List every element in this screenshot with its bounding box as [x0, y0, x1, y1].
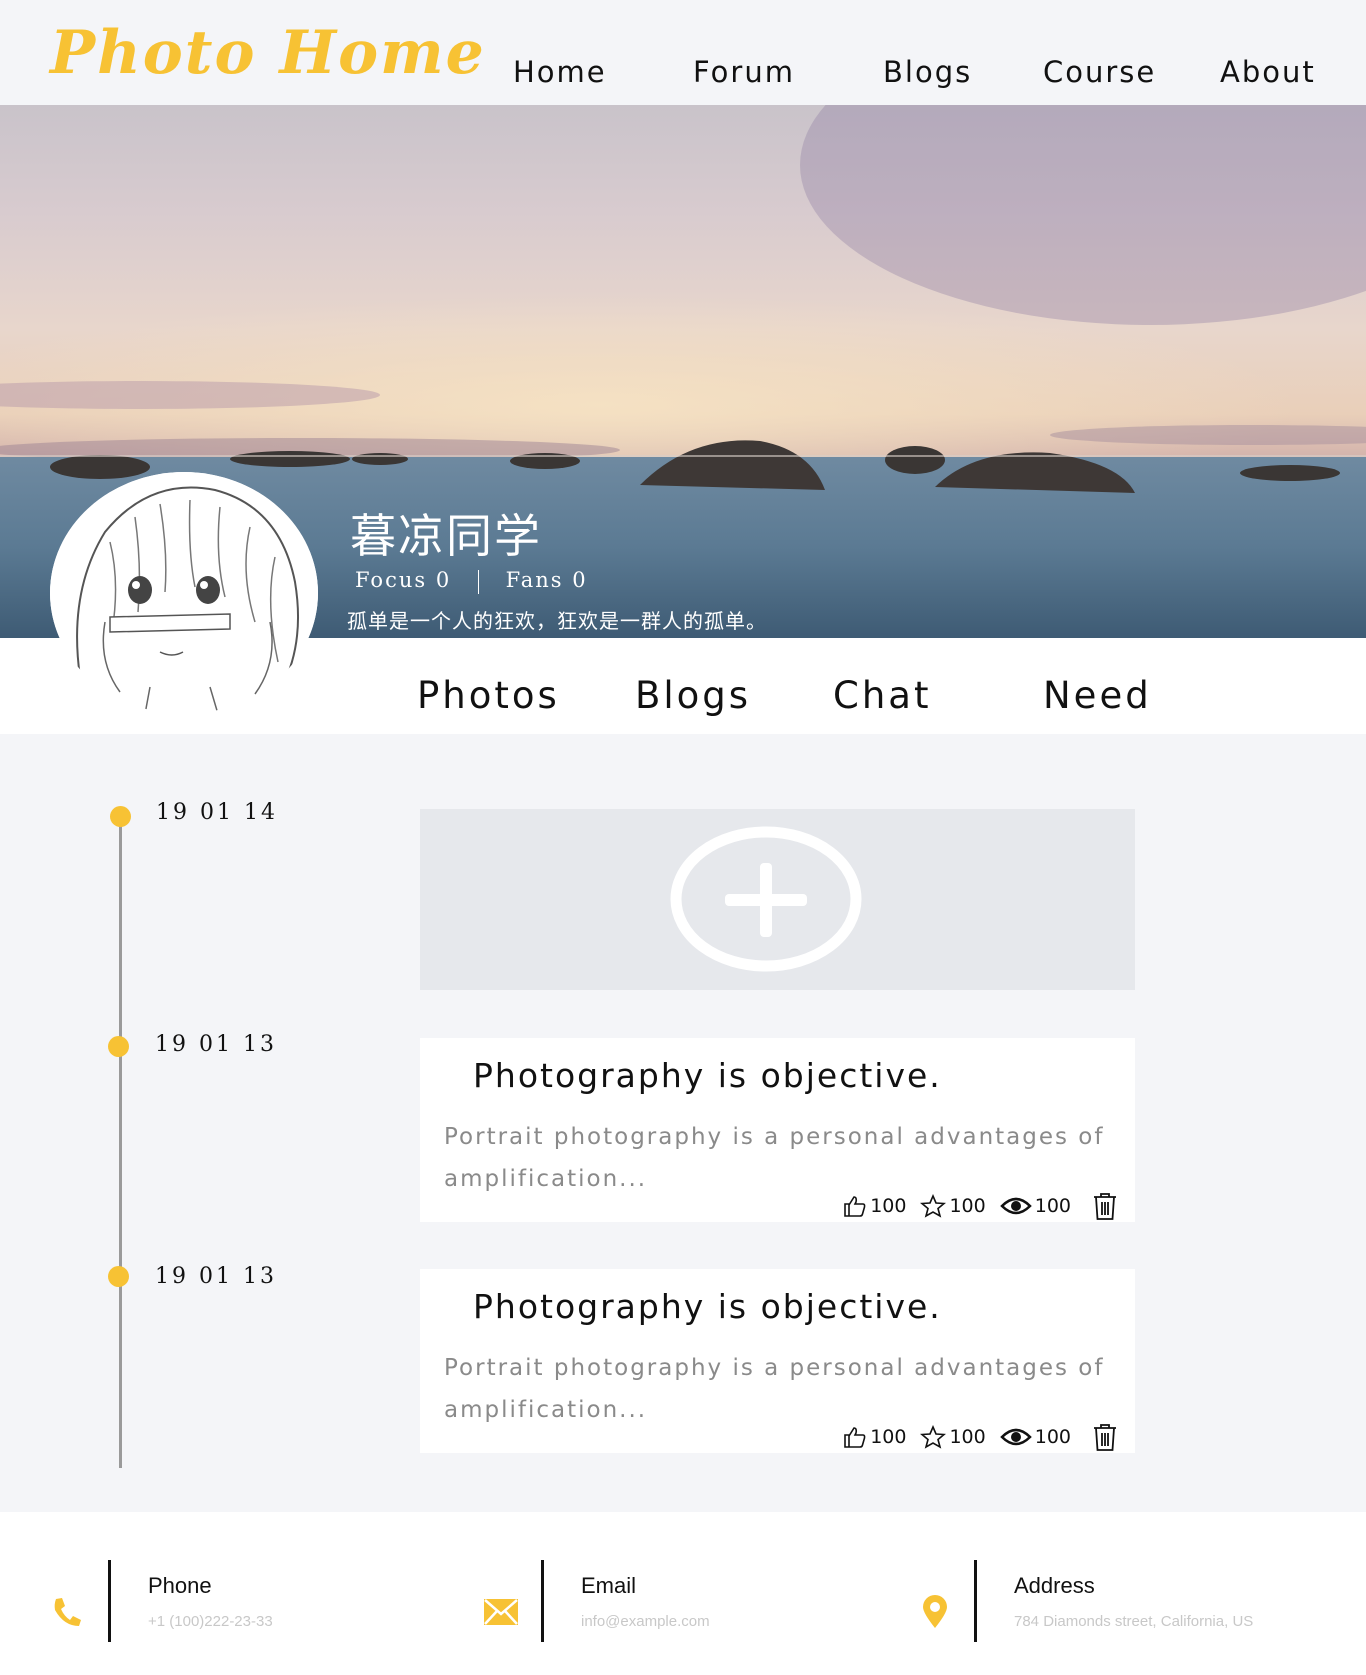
footer-divider — [974, 1560, 977, 1642]
avatar-drawing — [50, 472, 318, 714]
nav-forum[interactable]: Forum — [693, 55, 795, 89]
footer-divider — [108, 1560, 111, 1642]
profile-stats: Focus 0 Fans 0 — [355, 568, 588, 594]
timeline-dot — [108, 1036, 129, 1057]
timeline-date: 19 01 13 — [155, 1264, 277, 1289]
view-stat: 100 — [999, 1426, 1071, 1448]
profile-name: 暮凉同学 — [350, 509, 542, 563]
tab-chat[interactable]: Chat — [833, 674, 931, 717]
trash-icon[interactable] — [1093, 1192, 1117, 1220]
top-header: Photo Home Home Forum Blogs Course About — [0, 0, 1366, 105]
focus-label[interactable]: Focus — [355, 568, 427, 592]
star-count: 100 — [949, 1426, 986, 1448]
star-count: 100 — [949, 1195, 986, 1217]
timeline-line — [119, 818, 122, 1468]
footer-divider — [541, 1560, 544, 1642]
view-count: 100 — [1034, 1195, 1071, 1217]
post-title[interactable]: Photography is objective. — [473, 1056, 942, 1095]
thumbs-up-icon — [844, 1196, 866, 1217]
post-card[interactable]: Photography is objective. Portrait photo… — [420, 1038, 1135, 1222]
eye-icon — [999, 1428, 1032, 1446]
focus-count: 0 — [435, 568, 452, 592]
timeline-date: 19 01 14 — [156, 800, 278, 825]
post-excerpt: Portrait photography is a personal advan… — [444, 1355, 1105, 1423]
post-excerpt: Portrait photography is a personal advan… — [444, 1124, 1105, 1192]
fans-label[interactable]: Fans — [506, 568, 564, 592]
star-icon — [920, 1425, 947, 1449]
nav-about[interactable]: About — [1220, 55, 1316, 89]
add-post-card[interactable] — [420, 809, 1135, 990]
like-stat[interactable]: 100 — [843, 1426, 906, 1448]
email-value[interactable]: info@example.com — [581, 1613, 710, 1630]
like-count: 100 — [870, 1195, 907, 1217]
nav-home[interactable]: Home — [513, 55, 607, 89]
view-stat: 100 — [999, 1195, 1071, 1217]
address-value: 784 Diamonds street, California, US — [1014, 1613, 1254, 1630]
like-stat[interactable]: 100 — [843, 1195, 906, 1217]
eye-icon — [999, 1197, 1032, 1215]
view-count: 100 — [1034, 1426, 1071, 1448]
phone-value[interactable]: +1 (100)222-23-33 — [148, 1613, 273, 1630]
tab-need[interactable]: Need — [1043, 674, 1152, 717]
stats-divider — [477, 569, 479, 594]
contact-footer: Phone +1 (100)222-23-33 Email info@examp… — [0, 1512, 1366, 1675]
address-title: Address — [1014, 1573, 1095, 1598]
tab-blogs[interactable]: Blogs — [635, 674, 751, 717]
site-logo[interactable]: Photo Home — [50, 18, 486, 88]
post-stats: 100 100 100 — [829, 1192, 1117, 1220]
nav-course[interactable]: Course — [1043, 55, 1156, 89]
star-stat[interactable]: 100 — [920, 1425, 986, 1449]
envelope-icon — [484, 1599, 518, 1625]
timeline-dot — [108, 1266, 129, 1287]
post-title[interactable]: Photography is objective. — [473, 1287, 942, 1326]
profile-motto: 孤单是一个人的狂欢，狂欢是一群人的孤单。 — [347, 609, 767, 633]
phone-icon — [54, 1598, 81, 1626]
fans-count: 0 — [572, 568, 588, 592]
phone-title: Phone — [148, 1573, 212, 1598]
star-icon — [920, 1194, 947, 1218]
trash-icon[interactable] — [1093, 1423, 1117, 1451]
post-stats: 100 100 100 — [829, 1423, 1117, 1451]
star-stat[interactable]: 100 — [920, 1194, 986, 1218]
timeline-date: 19 01 13 — [155, 1032, 277, 1057]
location-pin-icon — [923, 1595, 947, 1628]
tab-photos[interactable]: Photos — [417, 674, 560, 717]
nav-blogs[interactable]: Blogs — [883, 55, 972, 89]
post-card[interactable]: Photography is objective. Portrait photo… — [420, 1269, 1135, 1453]
email-title: Email — [581, 1573, 637, 1598]
plus-circle-icon — [670, 826, 862, 972]
like-count: 100 — [870, 1426, 907, 1448]
avatar[interactable] — [50, 472, 318, 714]
timeline-dot — [110, 806, 131, 827]
thumbs-up-icon — [844, 1427, 866, 1448]
